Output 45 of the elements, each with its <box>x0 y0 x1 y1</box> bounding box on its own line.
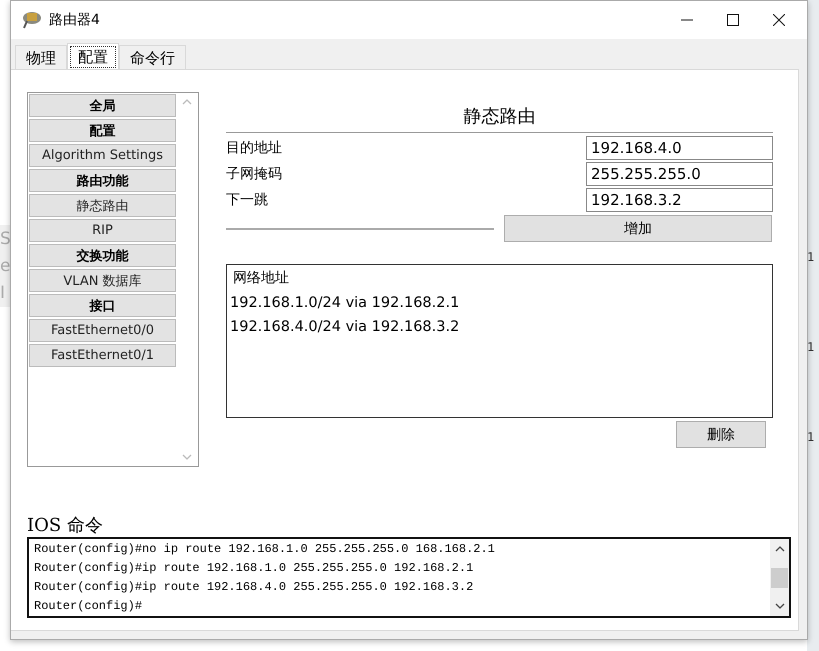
background-text: 1 <box>807 250 816 264</box>
field-label: 目的地址 <box>226 139 282 157</box>
field-label: 下一跳 <box>226 191 268 209</box>
router-icon <box>21 10 43 30</box>
console-line: Router(config)# <box>34 598 144 615</box>
input-field[interactable]: 192.168.4.0 <box>586 136 773 160</box>
close-icon[interactable] <box>773 14 785 26</box>
delete-button[interactable]: 删除 <box>676 421 766 448</box>
background-text: e <box>0 256 12 276</box>
console-line: Router(config)#ip route 192.168.1.0 255.255.255.0 192.168.2.1 <box>34 560 474 577</box>
tab[interactable]: 配置 <box>67 43 119 71</box>
tab[interactable]: 命令行 <box>119 45 186 71</box>
sidebar-item[interactable]: 路由功能 <box>29 169 176 192</box>
scroll-up-icon[interactable] <box>774 546 784 552</box>
input-field[interactable]: 192.168.3.2 <box>586 188 773 212</box>
add-button[interactable]: 增加 <box>504 215 772 242</box>
sidebar-item[interactable]: Algorithm Settings <box>29 144 176 167</box>
section-title: 静态路由 <box>226 92 773 133</box>
sidebar-item[interactable]: 交换功能 <box>29 244 176 267</box>
background-text: S <box>0 229 12 249</box>
sidebar-item[interactable]: 接口 <box>29 294 176 317</box>
console-line: Router(config)#ip route 192.168.4.0 255.255.255.0 192.168.3.2 <box>34 579 474 596</box>
scroll-down-icon[interactable] <box>774 603 784 609</box>
scroll-thumb[interactable] <box>771 568 788 588</box>
route-entry[interactable]: 192.168.4.0/24 via 192.168.3.2 <box>230 319 769 335</box>
background-text: 1 <box>807 340 816 354</box>
background-text: I <box>0 283 6 303</box>
list-header: 网络地址 <box>232 269 290 287</box>
sidebar-item[interactable]: RIP <box>29 219 176 242</box>
section-title: IOS 命令 <box>27 514 104 537</box>
route-entry[interactable]: 192.168.1.0/24 via 192.168.2.1 <box>230 295 769 311</box>
sidebar-item[interactable]: FastEthernet0/1 <box>29 344 176 367</box>
sidebar-item[interactable]: FastEthernet0/0 <box>29 319 176 342</box>
window-title: 路由器4 <box>49 11 100 29</box>
background-text: 1 <box>807 430 816 444</box>
sidebar-item[interactable]: 全局 <box>29 94 176 117</box>
sidebar-item[interactable]: VLAN 数据库 <box>29 269 176 292</box>
field-label: 子网掩码 <box>226 165 282 183</box>
input-field[interactable]: 255.255.255.0 <box>586 162 773 186</box>
console-line: Router(config)#no ip route 192.168.1.0 255.255.255.0 168.168.2.1 <box>34 541 496 558</box>
maximize-icon[interactable] <box>727 14 739 26</box>
tab[interactable]: 物理 <box>15 45 67 71</box>
sidebar-item[interactable]: 静态路由 <box>29 194 176 217</box>
sidebar-item[interactable]: 配置 <box>29 119 176 142</box>
scrollbar[interactable] <box>770 539 789 616</box>
